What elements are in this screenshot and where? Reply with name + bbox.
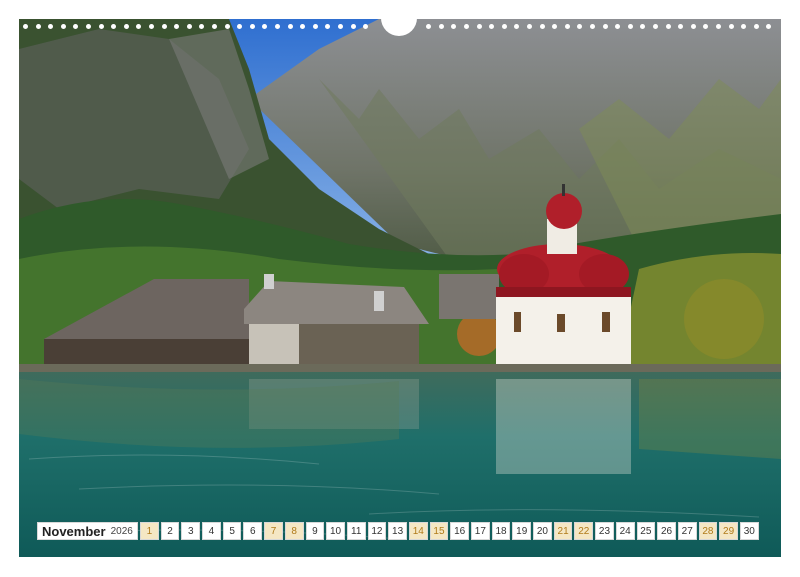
day-cell: 25 [636, 522, 656, 540]
binding-hole [136, 24, 142, 29]
day-cell: 26 [657, 522, 676, 540]
binding-hole [577, 24, 583, 29]
calendar-strip: November 2026 1 2 3 4 5 6 7 8 9 10 11 12 13 14 15 16 17 1… [37, 522, 759, 540]
day-cell: 9 [305, 522, 325, 540]
day-cell: 11 [346, 522, 366, 540]
landscape-photo [19, 19, 781, 557]
binding-hole [527, 24, 532, 29]
binding-hole [678, 24, 684, 29]
binding-hole [539, 24, 545, 29]
binding-hole [640, 24, 646, 29]
year: 2026 [110, 525, 133, 537]
binding-hole [564, 24, 570, 29]
day-cell: 27 [677, 522, 697, 540]
binding-hole [312, 24, 318, 29]
binding-hole [476, 24, 482, 29]
binding-hole [224, 24, 230, 29]
binding-hole [615, 24, 621, 29]
binding-hole [728, 24, 734, 29]
day-cell: 18 [491, 522, 511, 540]
binding-hole [149, 24, 154, 29]
day-cell: 10 [326, 522, 345, 540]
lake-church-scene [19, 19, 781, 557]
day-cell: 6 [243, 522, 263, 540]
binding-hole [212, 24, 217, 29]
binding-hole [338, 24, 343, 29]
binding-hole [766, 24, 772, 29]
binding-hole [161, 24, 167, 29]
binding-hole [287, 24, 293, 29]
day-cell: 7 [264, 522, 283, 540]
day-cell: 1 [140, 522, 159, 540]
binding-hole [753, 24, 759, 29]
binding-hole [35, 24, 41, 29]
day-cell: 15 [429, 522, 449, 540]
day-cell: 23 [595, 522, 614, 540]
day-cell: 24 [615, 522, 635, 540]
binding-hole [174, 24, 180, 29]
month-name: November [42, 523, 106, 539]
binding-hole [60, 24, 66, 29]
binding-hole [73, 24, 79, 29]
binding-hole [426, 24, 432, 29]
binding-hole [464, 24, 469, 29]
binding-hole [627, 24, 633, 29]
binding-hole [23, 24, 28, 29]
binding-hole [741, 24, 747, 29]
binding-hole [363, 24, 369, 29]
binding-hole [602, 24, 608, 29]
binding-hole [489, 24, 495, 29]
binding-hole [514, 24, 520, 29]
binding-hole [262, 24, 268, 29]
day-cell: 20 [533, 522, 552, 540]
day-cell: 28 [698, 522, 718, 540]
binding-hole [249, 24, 255, 29]
binding-hole [199, 24, 205, 29]
day-cell: 2 [160, 522, 180, 540]
binding-hole [501, 24, 507, 29]
binding-hole [451, 24, 457, 29]
day-cell: 16 [450, 522, 469, 540]
binding-hole [716, 24, 721, 29]
binding-hole [300, 24, 306, 29]
day-cell: 22 [574, 522, 594, 540]
binding-hole [123, 24, 129, 29]
day-cell: 17 [471, 522, 490, 540]
day-cell: 13 [388, 522, 407, 540]
binding-hole [665, 24, 671, 29]
day-cell: 19 [512, 522, 532, 540]
day-cell: 29 [719, 522, 738, 540]
binding-hole [86, 24, 91, 29]
day-cell: 12 [367, 522, 387, 540]
day-cells: 1 2 3 4 5 6 7 8 9 10 11 12 13 14 15 16 17 18 19 20 21 22 23 24 2… [140, 522, 759, 540]
binding-hole [703, 24, 709, 29]
binding-hole [438, 24, 444, 29]
binding-hole [325, 24, 331, 29]
binding-hole [237, 24, 243, 29]
day-cell: 3 [181, 522, 201, 540]
binding-hole [275, 24, 280, 29]
binding-hole [590, 24, 595, 29]
day-cell: 4 [202, 522, 221, 540]
day-cell: 21 [553, 522, 573, 540]
month-label: November 2026 [37, 522, 138, 540]
binding-hole [690, 24, 696, 29]
binding-hole [98, 24, 104, 29]
day-cell: 8 [284, 522, 304, 540]
binding-hole [111, 24, 117, 29]
day-cell: 5 [222, 522, 242, 540]
day-cell: 30 [739, 522, 759, 540]
binding-hole [552, 24, 558, 29]
binding-hole [186, 24, 192, 29]
binding-hole [653, 24, 658, 29]
binding-hole [350, 24, 356, 29]
binding-hole [48, 24, 54, 29]
day-cell: 14 [408, 522, 428, 540]
